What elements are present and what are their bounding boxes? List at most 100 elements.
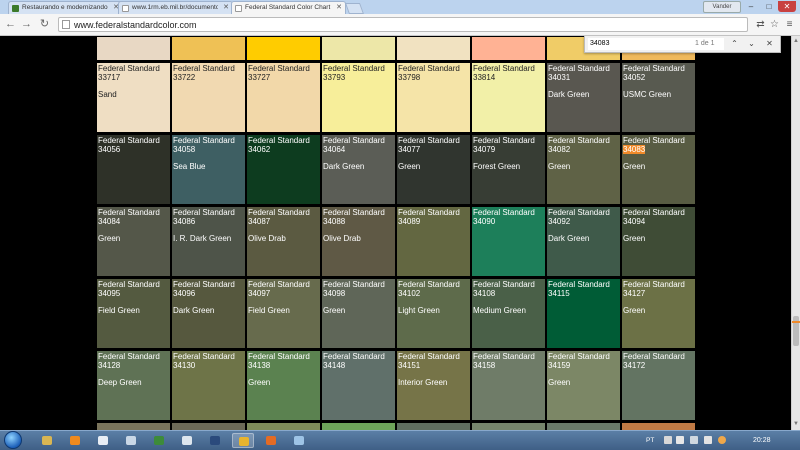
new-tab-button[interactable] [344,3,365,14]
minimize-button[interactable]: – [742,1,760,12]
scroll-up-icon[interactable]: ▲ [792,37,800,45]
swatch-color-name: Green [248,378,271,387]
swatch-prefix: Federal Standard [323,208,385,217]
taskbar-app-button[interactable] [64,433,86,448]
swatch-code: 34079 [473,145,496,154]
swatch-code: 34056 [98,145,121,154]
swatch-prefix: Federal Standard [98,352,160,361]
taskbar-app-button[interactable] [148,433,170,448]
translate-icon[interactable]: ⇄ [754,18,767,31]
swatch-color-name: USMC Green [623,90,672,99]
taskbar-app-button[interactable] [288,433,310,448]
swatch-prefix: Federal Standard [623,280,685,289]
swatch-code: 33727 [248,73,271,82]
color-swatch-partial [171,36,246,61]
swatch-color-name: Green [548,162,571,171]
swatch-prefix: Federal Standard [623,208,685,217]
swatch-prefix: Federal Standard [323,136,385,145]
color-swatch: Federal Standard 34172 [621,350,696,421]
address-bar[interactable]: www.federalstandardcolor.com [58,17,748,32]
maximize-button[interactable]: □ [760,1,778,12]
taskbar-app-button[interactable] [176,433,198,448]
color-swatch: Federal Standard 34098 Green [321,278,396,349]
color-swatch: Federal Standard 34056 [96,134,171,205]
swatch-label: Federal Standard 33814 [473,64,535,82]
swatch-code: 34151 [398,361,421,370]
color-swatch-partial [396,422,471,430]
find-next-button[interactable]: ⌄ [745,38,758,50]
taskbar-app-button[interactable] [260,433,282,448]
forward-button[interactable]: → [20,18,33,31]
swatch-label: Federal Standard 34151 [398,352,460,370]
taskbar-app-button[interactable] [204,433,226,448]
swatch-label: Federal Standard 34089 [398,208,460,226]
close-tab-icon[interactable]: ✕ [336,2,342,14]
swatch-code: 34087 [248,217,271,226]
swatch-prefix: Federal Standard [98,64,160,73]
color-swatch-partial [471,36,546,61]
color-swatch: Federal Standard 34052 USMC Green [621,62,696,133]
language-indicator[interactable]: PT [646,434,654,447]
swatch-code: 34128 [98,361,121,370]
update-icon[interactable] [718,436,726,444]
tab-federal-standard[interactable]: Federal Standard Color Chart ✕ [231,1,346,14]
back-button[interactable]: ← [4,18,17,31]
swatch-color-name: Green [548,378,571,387]
swatch-code: 34092 [548,217,571,226]
swatch-code: 34127 [623,289,646,298]
scroll-down-icon[interactable]: ▼ [792,420,800,428]
find-close-button[interactable]: ✕ [763,38,776,50]
color-swatch: Federal Standard 34095 Field Green [96,278,171,349]
action-center-icon[interactable] [676,436,684,444]
taskbar-app-button[interactable] [120,433,142,448]
swatch-prefix: Federal Standard [98,280,160,289]
swatch-label: Federal Standard 34172 [623,352,685,370]
color-swatch: Federal Standard 34159 Green [546,350,621,421]
network-icon[interactable] [690,436,698,444]
bookmark-star-icon[interactable]: ☆ [768,18,781,31]
taskbar-clock[interactable]: 20:28 [753,434,771,447]
color-swatch: Federal Standard 34090 [471,206,546,277]
find-previous-button[interactable]: ⌃ [728,38,741,50]
swatch-color-name: Sea Blue [173,162,206,171]
swatch-color-name: Sand [98,90,117,99]
url-text[interactable]: www.federalstandardcolor.com [74,18,197,32]
explorer-icon [42,436,52,445]
volume-icon[interactable] [704,436,712,444]
vertical-scrollbar[interactable]: ▲ ▼ [791,36,800,430]
swatch-color-name: I. R. Dark Green [173,234,232,243]
tray-arrow-icon[interactable] [664,436,672,444]
color-swatch-partial [96,422,171,430]
color-swatch: Federal Standard 33727 [246,62,321,133]
swatch-prefix: Federal Standard [98,136,160,145]
taskbar-app-button[interactable] [232,433,254,448]
color-swatch: Federal Standard 34097 Field Green [246,278,321,349]
tab-label: Restaurando e modernizando [22,4,108,11]
tab-1rm[interactable]: www.1rm.eb.mil.br/documento ✕ [118,1,233,14]
close-window-button[interactable]: ✕ [778,1,796,12]
media-player-icon [70,436,80,445]
swatch-label: Federal Standard 34102 [398,280,460,298]
color-swatch-partial [246,36,321,61]
swatch-code: 34102 [398,289,421,298]
swatch-code: 34082 [548,145,571,154]
close-tab-icon[interactable]: ✕ [223,2,229,14]
swatch-label: Federal Standard 34084 [98,208,160,226]
swatch-color-name: Medium Green [473,306,526,315]
user-profile-button[interactable]: Vander [703,1,741,13]
chrome-menu-icon[interactable]: ≡ [783,18,796,31]
reload-button[interactable]: ↻ [38,18,51,31]
tab-restaurando[interactable]: Restaurando e modernizando ✕ [8,1,123,14]
swatch-prefix: Federal Standard [473,64,535,73]
tab-strip: Restaurando e modernizando ✕ www.1rm.eb.… [0,0,800,14]
swatch-code: 34098 [323,289,346,298]
swatch-color-name: Green [623,234,646,243]
swatch-label: Federal Standard 33717 [98,64,160,82]
browser-toolbar: ← → ↻ www.federalstandardcolor.com ⇄ ☆ ≡ [0,14,800,36]
page-favicon-icon [235,5,242,12]
taskbar-app-button[interactable] [36,433,58,448]
color-swatch-partial [321,422,396,430]
taskbar-app-button[interactable] [92,433,114,448]
swatch-prefix: Federal Standard [398,136,460,145]
start-button[interactable] [4,431,22,449]
